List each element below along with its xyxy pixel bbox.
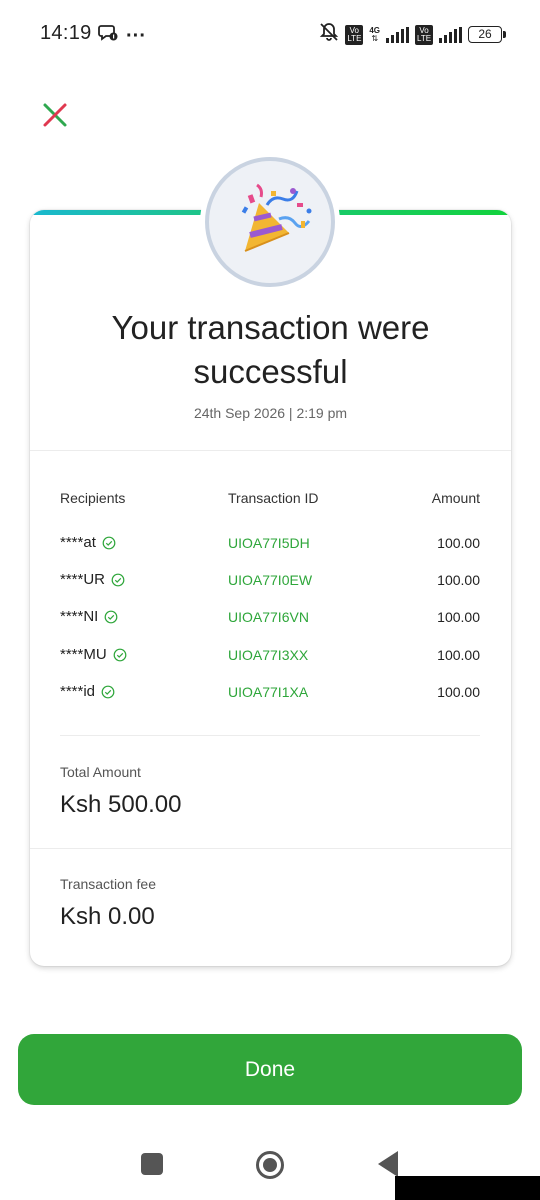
status-time: 14:19 [40,22,92,44]
success-badge [205,157,335,287]
recipient-cell: ****MU [60,646,127,663]
amount-cell: 100.00 [437,647,480,663]
home-button[interactable] [255,1150,285,1180]
check-circle-icon [102,536,116,549]
close-icon [43,103,67,127]
total-amount-label: Total Amount [60,764,141,780]
battery-icon: 26 [468,26,506,43]
amount-cell: 100.00 [437,572,480,588]
success-title: Your transaction were successful [30,306,511,394]
transaction-id: UIOA77I3XX [228,647,309,663]
header-amount: Amount [431,490,480,506]
summary-divider [30,848,511,849]
check-circle-icon [111,573,125,586]
header-recipients: Recipients [60,490,126,506]
check-circle-icon [104,610,118,623]
transaction-id: UIOA77I0EW [228,572,313,588]
recipient-name: ****MU [60,646,107,663]
recipient-name: ****UR [60,571,106,588]
recipient-name: ****id [60,683,96,700]
transaction-id: UIOA77I5DH [228,535,310,551]
party-popper-icon [241,183,312,252]
chat-notification-icon [98,24,118,47]
recipient-cell: ****at [60,534,116,551]
volte-badge-1: Vo LTE [345,24,364,45]
data-arrows-icon: ⇅ [371,33,379,43]
silent-bell-icon [319,22,339,47]
done-button[interactable]: Done [18,1034,522,1105]
back-triangle-icon [378,1151,398,1177]
back-button[interactable] [377,1150,399,1178]
header-transaction-id: Transaction ID [228,490,319,506]
total-amount-value: Ksh 500.00 [60,791,182,818]
transaction-id: UIOA77I1XA [228,684,309,700]
check-circle-icon [113,648,127,661]
section-divider [30,450,511,451]
recipient-name: ****NI [60,608,99,625]
status-left-icons: ··· [98,24,146,47]
recipient-name: ****at [60,534,96,551]
check-circle-icon [101,685,115,698]
transaction-fee-label: Transaction fee [60,876,156,892]
amount-cell: 100.00 [437,535,480,551]
transaction-id: UIOA77I6VN [228,609,309,625]
more-dots-icon: ··· [126,24,146,47]
title-line-1: Your transaction were [111,309,430,346]
amount-cell: 100.00 [437,684,480,700]
title-line-2: successful [193,353,348,390]
recipient-cell: ****id [60,683,115,700]
recipient-cell: ****UR [60,571,125,588]
volte-badge-2: Vo LTE [415,24,433,45]
screen-edge-overlay [395,1176,540,1200]
signal-2-icon [439,26,462,43]
recipient-cell: ****NI [60,608,118,625]
status-bar: 14:19 ··· Vo LTE 4G ⇅ Vo LTE 26 [0,0,540,66]
transaction-datetime: 24th Sep 2026 | 2:19 pm [193,405,348,421]
amount-cell: 100.00 [437,609,480,625]
status-right-icons: Vo LTE 4G ⇅ Vo LTE 26 [319,22,506,47]
signal-1-icon [386,26,409,43]
transaction-fee-value: Ksh 0.00 [60,903,155,930]
recent-apps-button[interactable] [141,1153,163,1175]
table-divider [60,735,480,736]
close-button[interactable] [40,100,70,130]
network-type: 4G ⇅ [369,26,380,43]
home-circle-icon [256,1151,284,1179]
